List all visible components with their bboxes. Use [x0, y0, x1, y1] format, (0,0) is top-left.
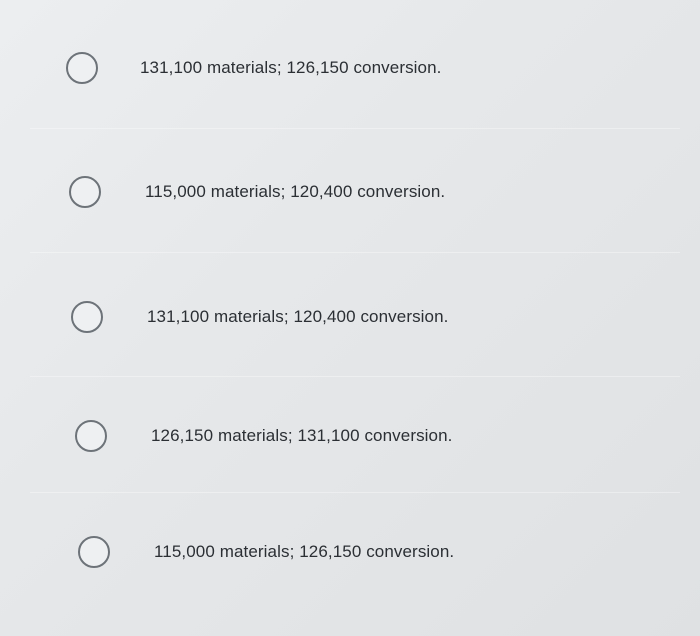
- divider: [30, 376, 680, 377]
- divider: [30, 492, 680, 493]
- answer-option-1[interactable]: 131,100 materials; 126,150 conversion.: [66, 52, 442, 84]
- radio-button-icon[interactable]: [69, 176, 101, 208]
- answer-option-3[interactable]: 131,100 materials; 120,400 conversion.: [71, 301, 449, 333]
- answer-option-label: 126,150 materials; 131,100 conversion.: [151, 426, 453, 445]
- radio-button-icon[interactable]: [78, 536, 110, 568]
- answer-option-label: 131,100 materials; 126,150 conversion.: [140, 58, 442, 77]
- radio-button-icon[interactable]: [71, 301, 103, 333]
- answer-option-label: 115,000 materials; 126,150 conversion.: [154, 542, 455, 561]
- answer-option-5[interactable]: 115,000 materials; 126,150 conversion.: [78, 536, 454, 568]
- answer-option-2[interactable]: 115,000 materials; 120,400 conversion.: [69, 176, 445, 208]
- divider: [30, 128, 680, 129]
- radio-button-icon[interactable]: [66, 52, 98, 84]
- answer-option-4[interactable]: 126,150 materials; 131,100 conversion.: [75, 420, 453, 452]
- divider: [30, 252, 680, 253]
- answer-option-label: 115,000 materials; 120,400 conversion.: [145, 182, 446, 201]
- radio-button-icon[interactable]: [75, 420, 107, 452]
- answer-option-label: 131,100 materials; 120,400 conversion.: [147, 307, 449, 326]
- answer-options: 131,100 materials; 126,150 conversion. 1…: [0, 0, 700, 636]
